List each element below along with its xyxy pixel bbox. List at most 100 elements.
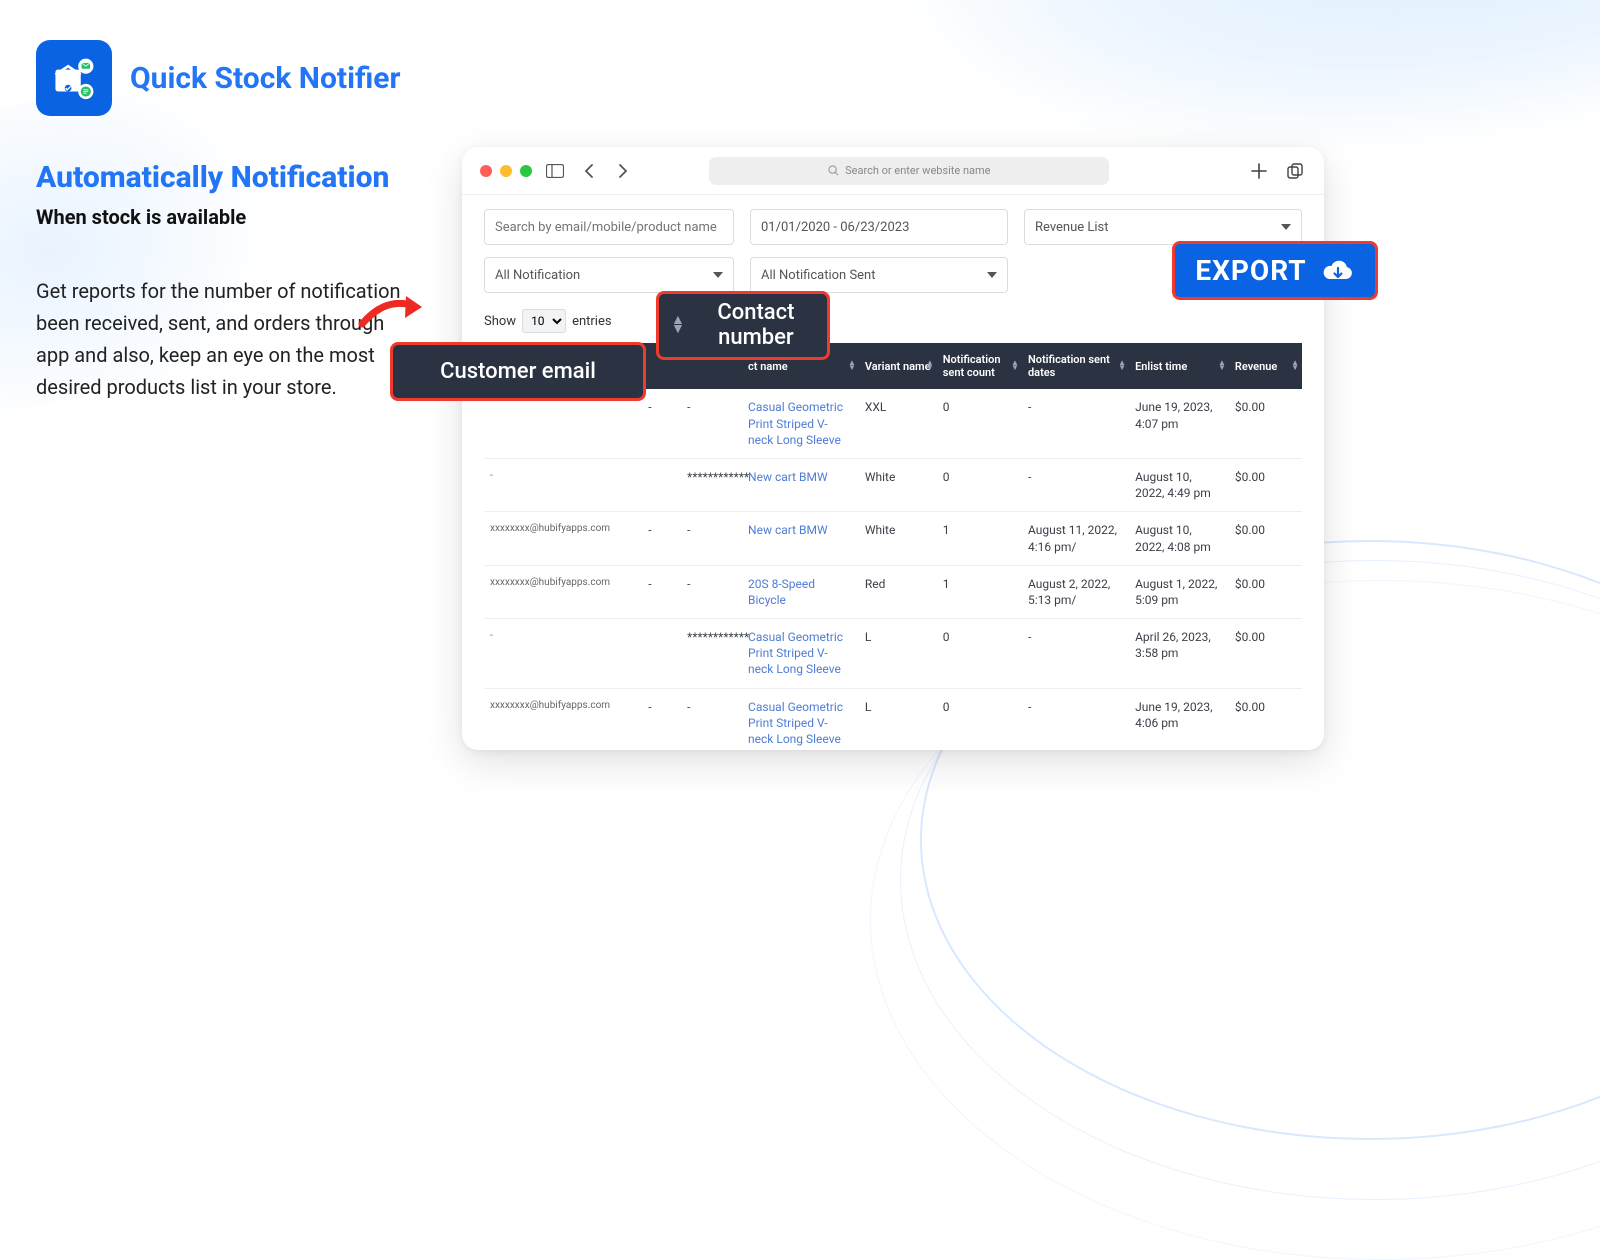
notification-filter-select[interactable]: All Notification — [484, 257, 734, 293]
url-bar[interactable]: Search or enter website name — [709, 157, 1109, 185]
cell-variant: White — [859, 512, 937, 565]
cell-b: - — [681, 389, 742, 458]
tabs-icon[interactable] — [1284, 160, 1306, 182]
callout-customer-email: Customer email — [390, 342, 646, 401]
col-sent-count[interactable]: Notification sent count▲▼ — [937, 343, 1022, 389]
close-light[interactable] — [480, 165, 492, 177]
back-icon[interactable] — [578, 160, 600, 182]
cell-count: 1 — [937, 565, 1022, 618]
cell-email: - — [484, 458, 642, 511]
traffic-lights — [480, 165, 532, 177]
cell-product: Casual Geometric Print Striped V-neck Lo… — [742, 619, 859, 689]
cell-enlist: August 10, 2022, 4:08 pm — [1129, 512, 1229, 565]
minimize-light[interactable] — [500, 165, 512, 177]
product-link[interactable]: 20S 8-Speed Bicycle — [748, 577, 815, 607]
cell-product: New cart BMW — [742, 458, 859, 511]
cell-product: Casual Geometric Print Striped V-neck Lo… — [742, 688, 859, 750]
cell-count: 1 — [937, 512, 1022, 565]
cell-email: - — [484, 619, 642, 689]
new-tab-icon[interactable] — [1248, 160, 1270, 182]
cell-count: 0 — [937, 389, 1022, 458]
product-link[interactable]: Casual Geometric Print Striped V-neck Lo… — [748, 700, 843, 746]
brand-icon — [36, 40, 112, 116]
date-range-input[interactable] — [750, 209, 1008, 245]
cell-product: 20S 8-Speed Bicycle — [742, 565, 859, 618]
cell-a: - — [642, 565, 681, 618]
zoom-light[interactable] — [520, 165, 532, 177]
cell-a: - — [642, 688, 681, 750]
forward-icon[interactable] — [612, 160, 634, 182]
cell-revenue: $0.00 — [1229, 565, 1302, 618]
cell-enlist: August 10, 2022, 4:49 pm — [1129, 458, 1229, 511]
description: Get reports for the number of notificati… — [36, 275, 406, 403]
revenue-list-select[interactable]: Revenue List — [1024, 209, 1302, 245]
product-link[interactable]: New cart BMW — [748, 470, 828, 484]
cell-a — [642, 458, 681, 511]
cell-b: ************ — [681, 619, 742, 689]
entries-selector: Show 10 entries — [484, 309, 1302, 333]
cell-revenue: $0.00 — [1229, 389, 1302, 458]
cell-email: xxxxxxxx@hubifyapps.com — [484, 512, 642, 565]
cell-a — [642, 619, 681, 689]
cell-b: - — [681, 688, 742, 750]
show-label-pre: Show — [484, 314, 516, 329]
product-link[interactable]: Casual Geometric Print Striped V-neck Lo… — [748, 400, 843, 446]
table-row: -************New cart BMWWhite0-August 1… — [484, 458, 1302, 511]
browser-chrome: Search or enter website name — [462, 147, 1324, 195]
col-variant[interactable]: Variant name▲▼ — [859, 343, 937, 389]
export-button[interactable]: EXPORT — [1172, 241, 1378, 300]
cell-enlist: August 1, 2022, 5:09 pm — [1129, 565, 1229, 618]
cell-enlist: June 19, 2023, 4:06 pm — [1129, 688, 1229, 750]
cell-count: 0 — [937, 458, 1022, 511]
cell-count: 0 — [937, 688, 1022, 750]
cell-dates: - — [1022, 389, 1129, 458]
cell-a: - — [642, 389, 681, 458]
brand: Quick Stock Notifier — [36, 40, 406, 116]
col-enlist-time[interactable]: Enlist time▲▼ — [1129, 343, 1229, 389]
arrow-annotation — [358, 288, 430, 340]
cell-variant: White — [859, 458, 937, 511]
cloud-download-icon — [1321, 256, 1355, 286]
product-link[interactable]: Casual Geometric Print Striped V-neck Lo… — [748, 630, 843, 676]
cell-variant: L — [859, 688, 937, 750]
subheadline: When stock is available — [36, 205, 406, 229]
col-sent-dates[interactable]: Notification sent dates▲▼ — [1022, 343, 1129, 389]
browser-window: Search or enter website name Revenue Lis… — [462, 147, 1324, 750]
notification-sent-filter-select[interactable]: All Notification Sent — [750, 257, 1008, 293]
cell-dates: - — [1022, 688, 1129, 750]
headline: Automatically Notification — [36, 160, 406, 195]
notifications-table: ct name▲▼ Variant name▲▼ Notification se… — [484, 343, 1302, 750]
cell-variant: Red — [859, 565, 937, 618]
entries-count-select[interactable]: 10 — [522, 309, 566, 333]
product-link[interactable]: New cart BMW — [748, 523, 828, 537]
cell-email: xxxxxxxx@hubifyapps.com — [484, 688, 642, 750]
table-row: xxxxxxxx@hubifyapps.com--Casual Geometri… — [484, 688, 1302, 750]
table-row: -************Casual Geometric Print Stri… — [484, 619, 1302, 689]
cell-email: xxxxxxxx@hubifyapps.com — [484, 565, 642, 618]
cell-enlist: June 19, 2023, 4:07 pm — [1129, 389, 1229, 458]
cell-dates: - — [1022, 619, 1129, 689]
search-input[interactable] — [484, 209, 734, 245]
table-row: xxxxxxxx@hubifyapps.com--New cart BMWWhi… — [484, 512, 1302, 565]
sidebar-icon[interactable] — [544, 160, 566, 182]
cell-product: Casual Geometric Print Striped V-neck Lo… — [742, 389, 859, 458]
cell-dates: August 11, 2022, 4:16 pm/ — [1022, 512, 1129, 565]
cell-dates: - — [1022, 458, 1129, 511]
cell-count: 0 — [937, 619, 1022, 689]
cell-dates: August 2, 2022, 5:13 pm/ — [1022, 565, 1129, 618]
cell-revenue: $0.00 — [1229, 458, 1302, 511]
table-row: xxxxxxxx@hubifyapps.com--20S 8-Speed Bic… — [484, 565, 1302, 618]
sort-icon: ▲▼ — [671, 316, 685, 336]
url-placeholder: Search or enter website name — [845, 164, 990, 177]
cell-revenue: $0.00 — [1229, 512, 1302, 565]
cell-b: ************ — [681, 458, 742, 511]
cell-variant: XXL — [859, 389, 937, 458]
cell-b: - — [681, 512, 742, 565]
callout-contact-number: ▲▼ Contact number — [656, 291, 830, 360]
search-icon — [828, 165, 839, 176]
col-revenue[interactable]: Revenue▲▼ — [1229, 343, 1302, 389]
brand-name: Quick Stock Notifier — [130, 62, 401, 95]
cell-b: - — [681, 565, 742, 618]
cell-product: New cart BMW — [742, 512, 859, 565]
cell-variant: L — [859, 619, 937, 689]
